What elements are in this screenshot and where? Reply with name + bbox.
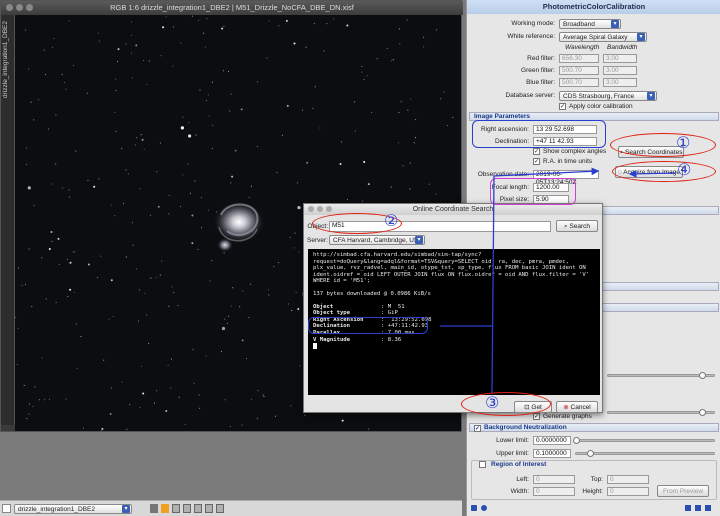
- step4-arrow: [628, 169, 677, 178]
- get-to-date-arrow: [491, 167, 600, 394]
- annotation-arrows: [440, 167, 677, 394]
